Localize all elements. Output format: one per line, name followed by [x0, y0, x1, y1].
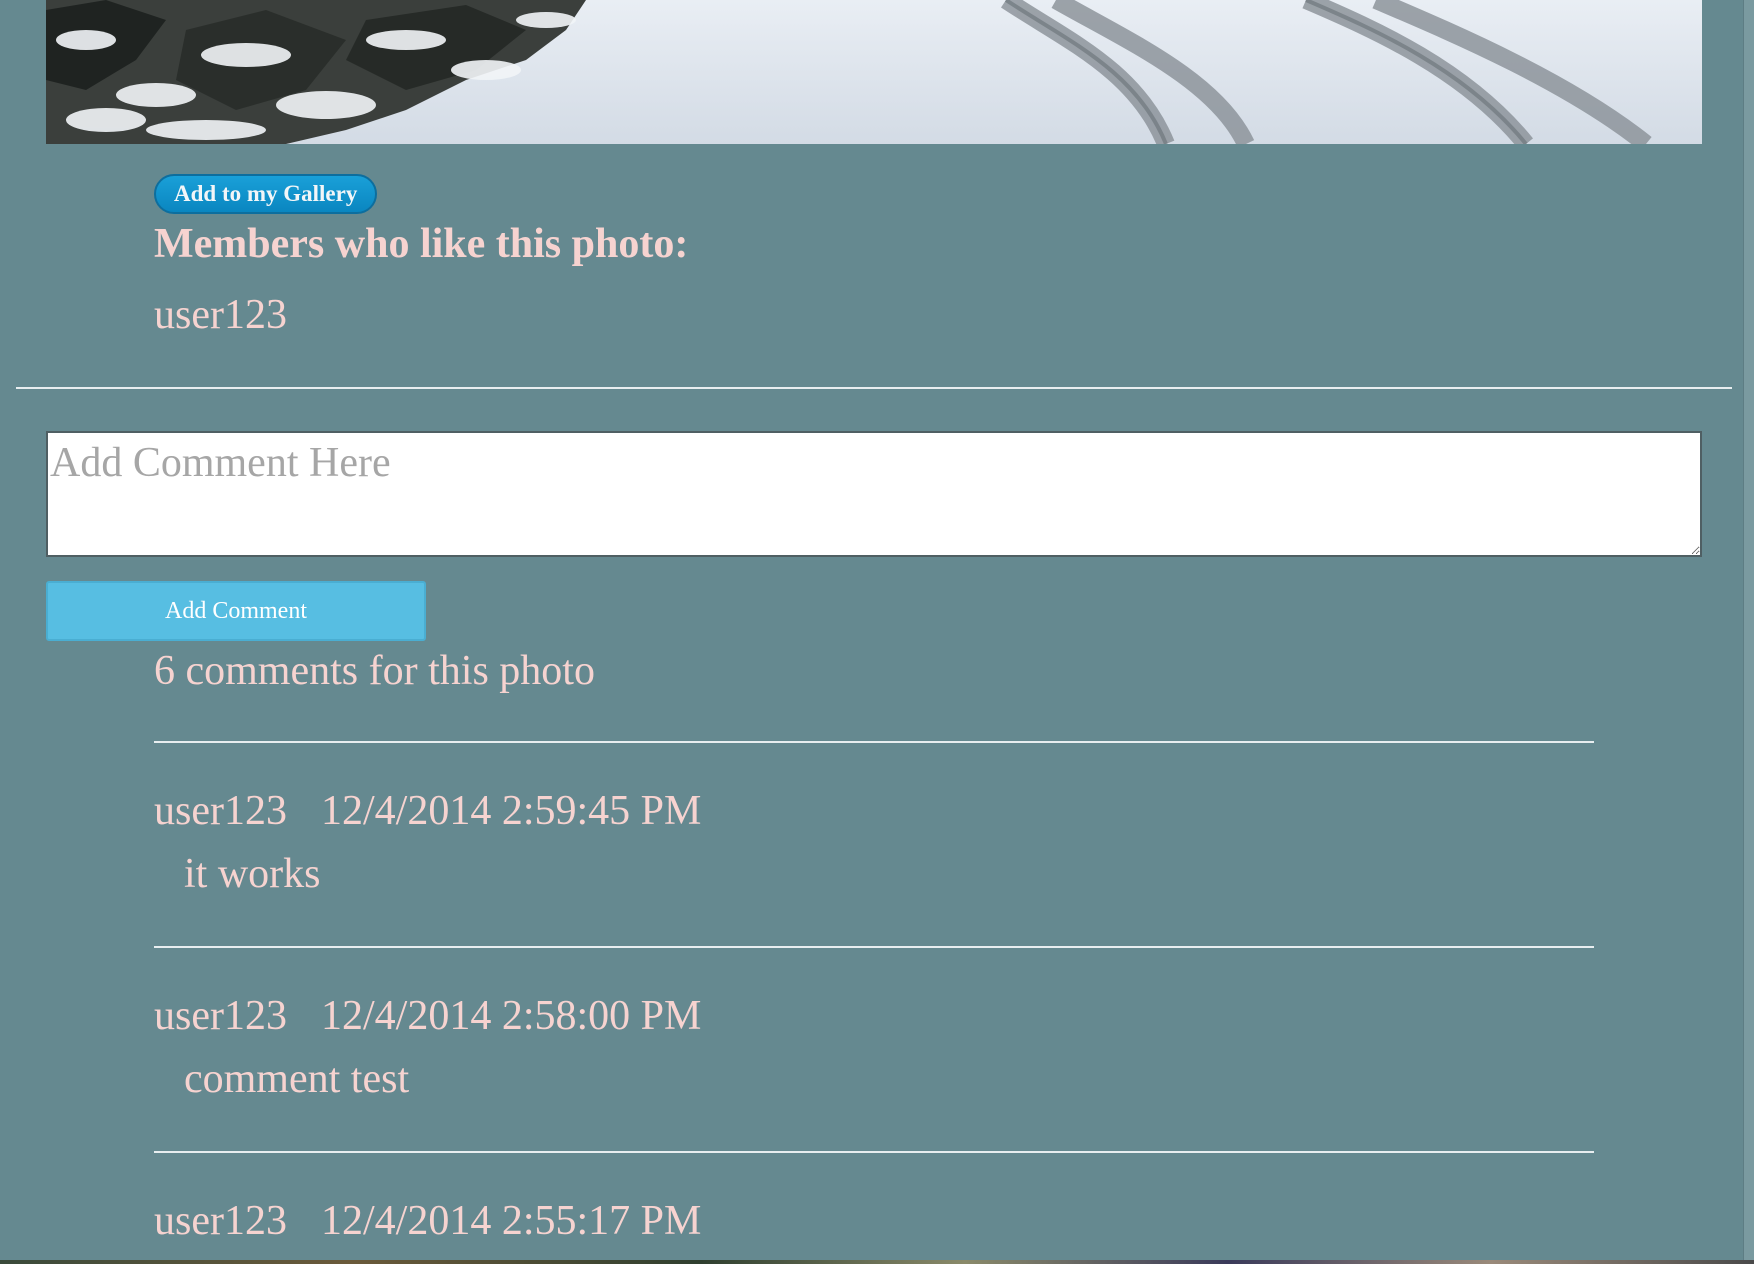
comment-author: user123 [154, 1198, 287, 1244]
add-comment-button[interactable]: Add Comment [46, 581, 426, 641]
comment-author: user123 [154, 788, 287, 834]
photo-page: Add to my Gallery Members who like this … [0, 0, 1754, 1264]
comment-count: 6 comments for this photo [154, 648, 595, 694]
comment-text: comment test [184, 1056, 410, 1102]
comment-divider [154, 1151, 1594, 1153]
comment-header: user123 12/4/2014 2:55:17 PM [154, 1196, 701, 1246]
window-edge [1743, 0, 1754, 1264]
section-divider [16, 387, 1732, 389]
comment-date: 12/4/2014 2:55:17 PM [320, 1198, 702, 1244]
comment-date: 12/4/2014 2:59:45 PM [320, 788, 702, 834]
liker-username: user123 [154, 292, 287, 338]
likes-heading: Members who like this photo: [154, 221, 689, 267]
comment-input[interactable] [46, 431, 1702, 557]
comment-author: user123 [154, 993, 287, 1039]
comment-header: user123 12/4/2014 2:58:00 PM [154, 991, 701, 1041]
desktop-strip [0, 1260, 1754, 1264]
snowy-road-image [46, 0, 1702, 144]
add-to-gallery-button[interactable]: Add to my Gallery [154, 174, 378, 214]
comment-divider [154, 741, 1594, 743]
comment-divider [154, 946, 1594, 948]
comment-date: 12/4/2014 2:58:00 PM [320, 993, 702, 1039]
comment-header: user123 12/4/2014 2:59:45 PM [154, 786, 701, 836]
photo-image [46, 0, 1702, 144]
comment-text: it works [184, 851, 321, 897]
